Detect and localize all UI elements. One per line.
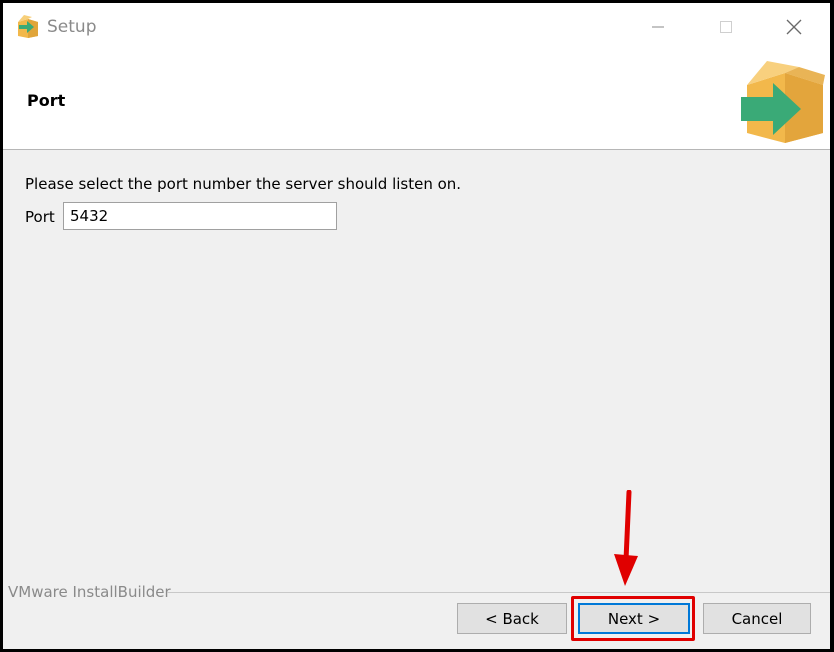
maximize-icon bbox=[720, 21, 732, 33]
close-icon bbox=[786, 19, 802, 35]
installer-box-arrow-icon bbox=[741, 61, 825, 143]
close-button[interactable] bbox=[771, 9, 817, 45]
installer-box-icon bbox=[18, 15, 38, 38]
maximize-button[interactable] bbox=[703, 9, 749, 45]
setup-window: Setup Port Please select the port number… bbox=[3, 3, 830, 649]
next-highlight-box bbox=[571, 596, 695, 641]
title-bar[interactable]: Setup bbox=[3, 3, 830, 51]
pointer-arrow-icon bbox=[614, 490, 638, 586]
wizard-header: Port bbox=[3, 51, 830, 150]
port-prompt: Please select the port number the server… bbox=[25, 175, 462, 193]
minimize-button[interactable] bbox=[635, 9, 681, 45]
port-label: Port bbox=[25, 208, 55, 226]
cancel-button[interactable]: Cancel bbox=[703, 603, 811, 634]
back-button[interactable]: < Back bbox=[457, 603, 567, 634]
port-input[interactable] bbox=[63, 202, 337, 230]
installer-brand: VMware InstallBuilder bbox=[8, 583, 175, 601]
footer-divider bbox=[167, 592, 830, 593]
window-title: Setup bbox=[47, 17, 97, 37]
page-title: Port bbox=[27, 91, 66, 110]
minimize-icon bbox=[652, 26, 664, 28]
